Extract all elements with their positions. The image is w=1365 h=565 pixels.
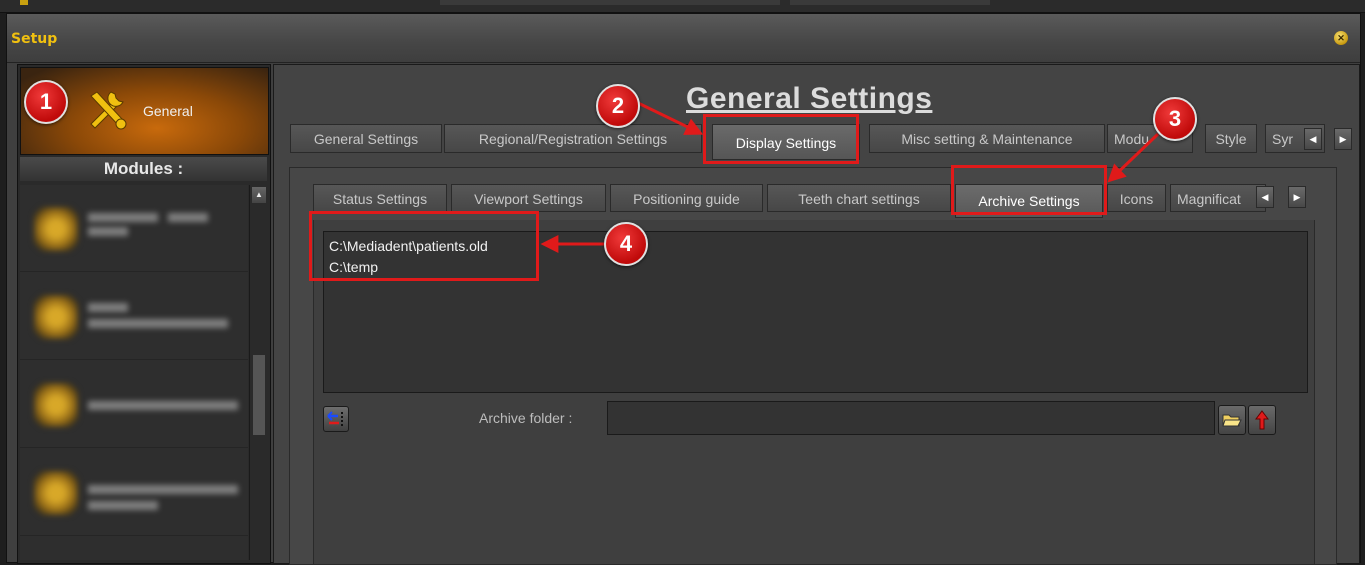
move-path-button[interactable]	[323, 406, 349, 432]
blurred-text	[88, 213, 158, 222]
module-icon	[34, 471, 78, 515]
top-strip-segment	[790, 0, 990, 5]
blurred-text	[88, 501, 158, 510]
callout-1: 1	[24, 80, 68, 124]
module-icon	[34, 295, 78, 339]
left-panel: General Modules : ▲	[17, 64, 271, 564]
modules-list	[20, 185, 248, 560]
subtab-status-settings[interactable]: Status Settings	[313, 184, 447, 212]
subtab-teeth-chart[interactable]: Teeth chart settings	[767, 184, 951, 212]
top-strip-marker	[20, 0, 28, 5]
general-label: General	[143, 103, 193, 119]
folder-icon	[1222, 414, 1242, 427]
module-item[interactable]	[20, 361, 248, 448]
subtab-positioning-guide[interactable]: Positioning guide	[610, 184, 763, 212]
tab-misc-maintenance[interactable]: Misc setting & Maintenance	[869, 124, 1105, 153]
blurred-text	[88, 319, 228, 328]
blurred-text	[88, 227, 128, 236]
top-strip-segment	[440, 0, 780, 5]
callout-2: 2	[596, 84, 640, 128]
callout-3: 3	[1153, 97, 1197, 141]
highlight-archive-paths	[309, 211, 539, 281]
upload-button[interactable]	[1248, 405, 1276, 435]
blurred-text	[88, 303, 128, 312]
tab-scroll-right-icon[interactable]: ▶	[1334, 128, 1352, 150]
title-bar: Setup ✕	[7, 14, 1360, 63]
scroll-thumb[interactable]	[253, 355, 265, 435]
modules-scrollbar[interactable]: ▲	[249, 185, 268, 560]
blurred-text	[168, 213, 208, 222]
subtab-magnification[interactable]: Magnificat	[1170, 184, 1266, 212]
module-item[interactable]	[20, 449, 248, 536]
module-item[interactable]	[20, 185, 248, 272]
subtab-icons[interactable]: Icons	[1107, 184, 1166, 212]
highlight-display-settings	[703, 114, 859, 164]
close-icon[interactable]: ✕	[1334, 31, 1348, 45]
module-item[interactable]	[20, 273, 248, 360]
setup-window: Setup ✕ General Modules : ▲ General Sett…	[6, 13, 1361, 565]
top-strip	[0, 0, 1365, 13]
scroll-up-icon[interactable]: ▲	[252, 187, 266, 203]
page-title: General Settings	[686, 82, 933, 115]
tab-regional-registration[interactable]: Regional/Registration Settings	[444, 124, 702, 153]
subtab-scroll-right-icon[interactable]: ▶	[1288, 186, 1306, 208]
module-icon	[34, 383, 78, 427]
swap-arrows-icon	[327, 411, 343, 426]
tab-scroll-left-icon[interactable]: ◀	[1304, 128, 1322, 150]
window-title: Setup	[11, 31, 58, 47]
modules-header: Modules :	[20, 157, 267, 181]
blurred-text	[88, 485, 238, 494]
archive-folder-label: Archive folder :	[479, 410, 573, 426]
open-folder-button[interactable]	[1218, 405, 1246, 435]
subtab-viewport-settings[interactable]: Viewport Settings	[451, 184, 606, 212]
blurred-text	[88, 401, 238, 410]
callout-4: 4	[604, 222, 648, 266]
tools-icon	[90, 91, 127, 130]
subtab-scroll-left-icon[interactable]: ◀	[1256, 186, 1274, 208]
module-icon	[34, 207, 78, 251]
red-up-arrow-icon	[1255, 410, 1269, 430]
tab-general-settings[interactable]: General Settings	[290, 124, 442, 153]
archive-folder-input[interactable]	[607, 401, 1215, 435]
tab-style[interactable]: Style	[1205, 124, 1257, 153]
highlight-archive-settings	[951, 165, 1107, 215]
